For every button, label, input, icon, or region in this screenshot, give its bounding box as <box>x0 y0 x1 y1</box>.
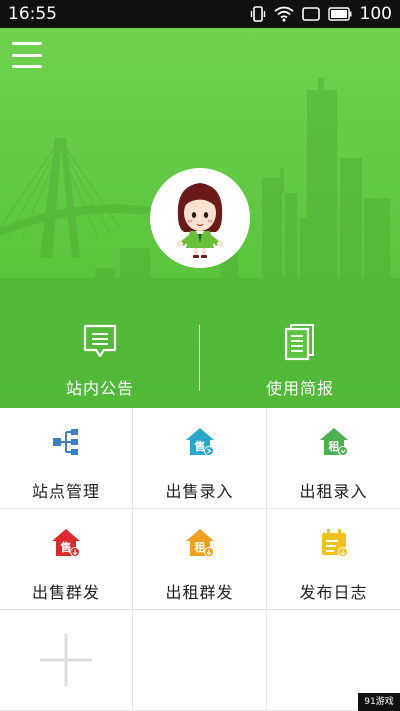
hamburger-menu-icon[interactable] <box>12 40 42 70</box>
grid-item-publish-log[interactable]: 发布日志 <box>267 509 400 610</box>
grid-item-sale-entry[interactable]: 售 出售录入 <box>133 408 267 509</box>
wifi-icon <box>273 6 294 22</box>
battery-level: 100 <box>359 4 392 24</box>
watermark-logo: 91游戏 <box>358 693 400 711</box>
grid-item-label: 出租录入 <box>299 482 368 501</box>
announcement-button[interactable]: 站内公告 <box>0 323 200 403</box>
announcement-label: 站内公告 <box>65 379 134 398</box>
vibrate-icon <box>250 6 266 22</box>
svg-text:售: 售 <box>193 439 205 453</box>
grid-item-label: 出售群发 <box>31 583 100 602</box>
battery-icon <box>327 7 352 21</box>
usage-report-button[interactable]: 使用简报 <box>200 323 400 403</box>
grid-item-rent-broadcast[interactable]: 租 出租群发 <box>133 509 267 610</box>
grid-empty-cell <box>133 610 267 711</box>
usage-report-label: 使用简报 <box>265 379 334 398</box>
grid-item-site-management[interactable]: 站点管理 <box>0 408 133 509</box>
user-avatar[interactable] <box>150 168 250 268</box>
grid-item-rent-entry[interactable]: 租 出租录入 <box>267 408 400 509</box>
house-rent-broadcast-icon: 租 <box>184 525 216 561</box>
grid-item-label: 出售录入 <box>165 482 234 501</box>
cartoon-girl-avatar-icon <box>150 168 250 268</box>
calendar-log-icon <box>318 525 350 561</box>
house-sale-icon: 售 <box>184 424 216 460</box>
site-tree-icon <box>51 424 81 460</box>
screen-icon <box>301 7 320 21</box>
header-banner: 站内公告 使用简报 <box>0 28 400 408</box>
grid-item-label: 出租群发 <box>165 583 234 602</box>
svg-text:租: 租 <box>328 440 339 453</box>
grid-item-label: 站点管理 <box>31 482 100 501</box>
grid-item-label: 发布日志 <box>299 583 368 602</box>
house-sale-broadcast-icon: 售 <box>50 525 82 561</box>
function-grid: 站点管理 售 出售录入 租 出租录入 售 出售群发 租 出租群发 发布日志 <box>0 408 400 711</box>
svg-text:租: 租 <box>194 541 205 554</box>
announcement-icon <box>82 323 118 361</box>
status-bar: 16:55 100 <box>0 0 400 28</box>
grid-item-add[interactable] <box>0 610 133 711</box>
status-time: 16:55 <box>8 4 57 24</box>
svg-text:售: 售 <box>60 540 72 554</box>
status-icons: 100 <box>250 4 392 24</box>
grid-item-sale-broadcast[interactable]: 售 出售群发 <box>0 509 133 610</box>
plus-add-icon <box>38 632 94 692</box>
report-document-icon <box>283 323 317 361</box>
house-rent-icon: 租 <box>318 424 350 460</box>
